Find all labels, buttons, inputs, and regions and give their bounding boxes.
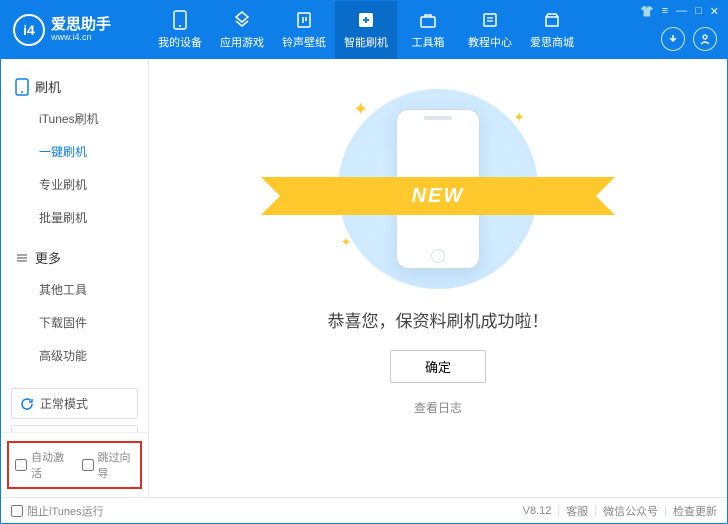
success-message: 恭喜您，保资料刷机成功啦！ bbox=[328, 307, 549, 332]
main-nav: 我的设备 应用游戏 铃声壁纸 智能刷机 工具箱 教程中心 bbox=[149, 1, 583, 59]
nav-label: 铃声壁纸 bbox=[282, 34, 326, 50]
sidebar-group-more[interactable]: 更多 bbox=[1, 242, 148, 273]
group-label: 刷机 bbox=[35, 77, 61, 96]
logo-icon: i4 bbox=[13, 14, 45, 46]
sidebar-item-oneclick-flash[interactable]: 一键刷机 bbox=[1, 135, 148, 168]
main-content: ✦ ✦ ✦ NEW 恭喜您，保资料刷机成功啦！ 确定 查看日志 bbox=[149, 59, 727, 497]
sidebar-item-itunes-flash[interactable]: iTunes刷机 bbox=[1, 102, 148, 135]
store-icon bbox=[542, 10, 562, 30]
nav-apps[interactable]: 应用游戏 bbox=[211, 1, 273, 59]
group-label: 更多 bbox=[35, 248, 61, 267]
footer-link-wechat[interactable]: 微信公众号 bbox=[603, 503, 658, 519]
footer-link-update[interactable]: 检查更新 bbox=[673, 503, 717, 519]
nav-label: 应用游戏 bbox=[220, 34, 264, 50]
window-controls: 👕 ≡ — □ ✕ bbox=[640, 5, 719, 18]
new-ribbon: NEW bbox=[285, 175, 591, 217]
nav-label: 教程中心 bbox=[468, 34, 512, 50]
status-label: 正常模式 bbox=[40, 395, 88, 412]
menu-icon[interactable]: ≡ bbox=[662, 5, 668, 18]
block-itunes-checkbox[interactable]: 阻止iTunes运行 bbox=[11, 503, 104, 519]
nav-ringtone[interactable]: 铃声壁纸 bbox=[273, 1, 335, 59]
nav-label: 爱思商城 bbox=[530, 34, 574, 50]
sidebar-item-other-tools[interactable]: 其他工具 bbox=[1, 273, 148, 306]
footer-link-support[interactable]: 客服 bbox=[566, 503, 588, 519]
nav-label: 智能刷机 bbox=[344, 34, 388, 50]
app-name: 爱思助手 bbox=[51, 17, 111, 34]
app-logo: i4 爱思助手 www.i4.cn bbox=[1, 14, 149, 46]
toolbox-icon bbox=[418, 10, 438, 30]
phone-icon bbox=[15, 78, 29, 96]
phone-icon bbox=[170, 10, 190, 30]
sidebar-item-batch-flash[interactable]: 批量刷机 bbox=[1, 201, 148, 234]
apps-icon bbox=[232, 10, 252, 30]
refresh-icon bbox=[20, 397, 34, 411]
skip-guide-checkbox[interactable]: 跳过向导 bbox=[82, 449, 135, 481]
minimize-button[interactable]: — bbox=[676, 5, 687, 18]
title-bar: i4 爱思助手 www.i4.cn 我的设备 应用游戏 铃声壁纸 智能刷机 bbox=[1, 1, 727, 59]
book-icon bbox=[480, 10, 500, 30]
app-url: www.i4.cn bbox=[51, 33, 111, 43]
sparkle-icon: ✦ bbox=[353, 99, 368, 120]
flash-icon bbox=[356, 10, 376, 30]
sparkle-icon: ✦ bbox=[513, 109, 525, 126]
nav-store[interactable]: 爱思商城 bbox=[521, 1, 583, 59]
tshirt-icon[interactable]: 👕 bbox=[640, 5, 654, 18]
maximize-button[interactable]: □ bbox=[695, 5, 702, 18]
connected-device[interactable]: iPhone 8 64GB bbox=[11, 425, 138, 432]
sidebar-group-flash[interactable]: 刷机 bbox=[1, 71, 148, 102]
view-log-link[interactable]: 查看日志 bbox=[414, 399, 462, 416]
nav-label: 我的设备 bbox=[158, 34, 202, 50]
nav-flash[interactable]: 智能刷机 bbox=[335, 1, 397, 59]
ok-button[interactable]: 确定 bbox=[390, 350, 486, 383]
close-button[interactable]: ✕ bbox=[710, 5, 719, 18]
auto-activate-checkbox[interactable]: 自动激活 bbox=[15, 449, 68, 481]
device-mode-status[interactable]: 正常模式 bbox=[11, 388, 138, 419]
download-button[interactable] bbox=[661, 27, 685, 51]
user-button[interactable] bbox=[693, 27, 717, 51]
sidebar-item-pro-flash[interactable]: 专业刷机 bbox=[1, 168, 148, 201]
music-icon bbox=[294, 10, 314, 30]
success-illustration: ✦ ✦ ✦ NEW bbox=[323, 89, 553, 289]
nav-my-device[interactable]: 我的设备 bbox=[149, 1, 211, 59]
more-icon bbox=[15, 251, 29, 265]
sparkle-icon: ✦ bbox=[341, 235, 351, 249]
nav-tutorial[interactable]: 教程中心 bbox=[459, 1, 521, 59]
status-bar: 阻止iTunes运行 V8.12 | 客服 | 微信公众号 | 检查更新 bbox=[1, 497, 727, 523]
sidebar: 刷机 iTunes刷机 一键刷机 专业刷机 批量刷机 更多 其他工具 下载固件 … bbox=[1, 59, 149, 497]
version-label: V8.12 bbox=[523, 505, 552, 517]
nav-label: 工具箱 bbox=[412, 34, 445, 50]
sidebar-item-download-firmware[interactable]: 下载固件 bbox=[1, 306, 148, 339]
nav-toolbox[interactable]: 工具箱 bbox=[397, 1, 459, 59]
highlighted-options: 自动激活 跳过向导 bbox=[7, 441, 142, 489]
sidebar-item-advanced[interactable]: 高级功能 bbox=[1, 339, 148, 372]
